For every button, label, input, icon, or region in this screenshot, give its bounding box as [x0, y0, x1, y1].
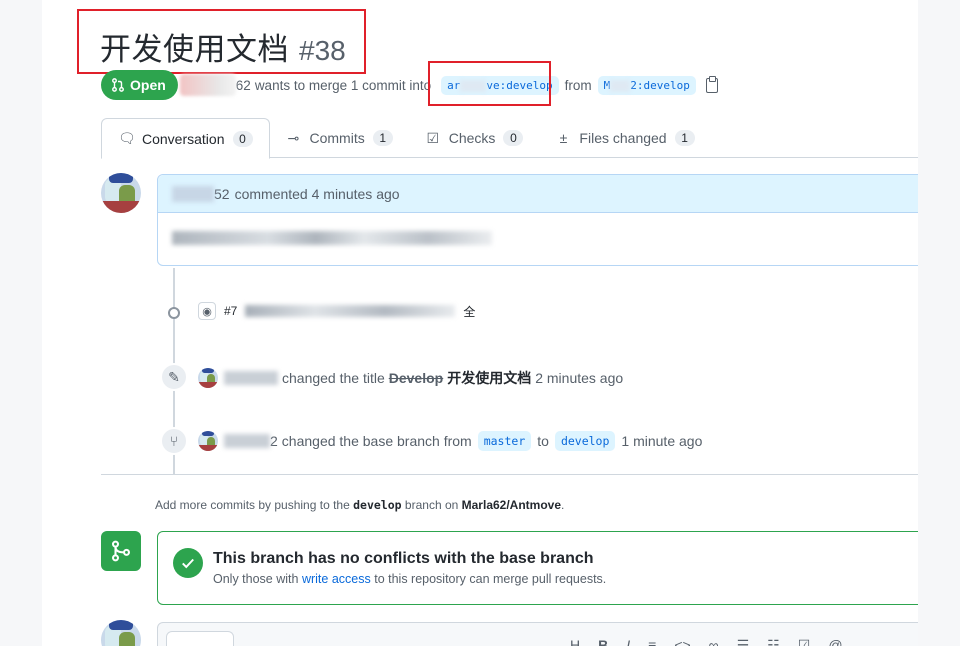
- tab-counter: 1: [674, 130, 695, 146]
- event-time[interactable]: 2 minutes ago: [535, 370, 623, 386]
- tab-commits[interactable]: ⊸ Commits 1: [270, 118, 409, 158]
- file-diff-icon: ±: [559, 130, 568, 146]
- comment-meta: commented 4 minutes ago: [234, 185, 400, 202]
- event-user-redacted[interactable]: [224, 434, 270, 448]
- pencil-icon: ✎: [160, 363, 188, 391]
- editor-toolbar: H B I ≡ <> ∞ ☰ ☷ ☑ @: [570, 637, 843, 646]
- event-action: changed the title: [282, 370, 385, 386]
- commit-hash[interactable]: #7: [224, 304, 237, 318]
- from-branch-tag[interactable]: master: [477, 431, 532, 451]
- git-commit-icon: [168, 307, 180, 319]
- git-pull-request-icon: [112, 78, 124, 92]
- head-branch-tag[interactable]: M 2:develop: [597, 75, 696, 95]
- push-hint-repo[interactable]: Marla62/Antmove: [462, 498, 561, 512]
- git-branch-icon: ⑂: [160, 427, 188, 455]
- author-redacted: [179, 74, 236, 96]
- commit-title-tail[interactable]: 全: [463, 303, 475, 320]
- merge-status-title: This branch has no conflicts with the ba…: [213, 550, 594, 567]
- comment-header: 52 commented 4 minutes ago: [158, 175, 918, 213]
- pr-tabs: 🗨 Conversation 0 ⊸ Commits 1 ☑ Checks 0 …: [101, 118, 918, 159]
- tab-files-changed[interactable]: ± Files changed 1: [539, 118, 710, 158]
- state-badge: Open: [101, 70, 178, 100]
- merge-sub-suffix: to this repository can merge pull reques…: [374, 572, 607, 586]
- event-user-suffix[interactable]: 2: [270, 433, 278, 449]
- tab-counter: 1: [372, 130, 393, 146]
- comment-author-redacted: [172, 185, 214, 202]
- comment-discussion-icon: 🗨: [118, 130, 136, 146]
- tab-checks[interactable]: ☑ Checks 0: [409, 118, 540, 158]
- comment-author-suffix[interactable]: 52: [214, 186, 230, 202]
- mention-icon[interactable]: @: [828, 637, 842, 646]
- pull-request-page: 开发使用文档 #38 Open 62 wants to merge 1 comm…: [42, 0, 918, 646]
- tab-counter: 0: [503, 130, 524, 146]
- editor-tab-write[interactable]: [166, 631, 234, 646]
- title-change-event: changed the title Develop 开发使用文档 2 minut…: [198, 368, 623, 388]
- state-label: Open: [130, 77, 166, 93]
- github-avatar-icon: ◉: [198, 302, 216, 320]
- commit-row: ◉ #7 全: [198, 302, 475, 320]
- avatar[interactable]: [198, 431, 218, 451]
- link-icon[interactable]: ∞: [709, 637, 719, 646]
- event-time[interactable]: 1 minute ago: [621, 433, 702, 449]
- base-change-event: 2 changed the base branch from master to…: [198, 431, 702, 451]
- git-merge-icon: [101, 531, 141, 571]
- push-hint-middle: branch on: [404, 498, 459, 512]
- push-hint-prefix: Add more commits by pushing to the: [155, 498, 350, 512]
- comment-text-redacted: [172, 231, 492, 245]
- merge-sub-prefix: Only those with: [213, 572, 299, 586]
- avatar[interactable]: [101, 620, 141, 646]
- tab-label: Conversation: [142, 130, 225, 147]
- new-title: 开发使用文档: [447, 370, 532, 386]
- event-user-redacted[interactable]: [224, 371, 278, 385]
- avatar[interactable]: [101, 173, 141, 213]
- annotation-box-title: [77, 9, 366, 74]
- check-icon: [173, 548, 203, 578]
- merge-text: wants to merge 1 commit into: [254, 77, 432, 93]
- author-suffix[interactable]: 62: [236, 78, 251, 93]
- push-hint-branch: develop: [353, 498, 402, 512]
- merge-status-box: This branch has no conflicts with the ba…: [157, 531, 918, 605]
- to-word: to: [537, 433, 549, 449]
- annotation-box-branch: [428, 61, 551, 106]
- list-ordered-icon[interactable]: ☷: [767, 637, 780, 646]
- avatar[interactable]: [198, 368, 218, 388]
- head-branch-tail: 2:develop: [630, 78, 690, 92]
- head-branch-prefix: M: [603, 78, 611, 92]
- to-branch-tag[interactable]: develop: [554, 431, 616, 451]
- push-hint: Add more commits by pushing to the devel…: [155, 498, 564, 512]
- event-action: changed the base branch from: [281, 433, 472, 449]
- italic-icon[interactable]: I: [626, 637, 630, 646]
- comment-editor: H B I ≡ <> ∞ ☰ ☷ ☑ @: [157, 622, 918, 646]
- copy-icon[interactable]: [705, 75, 718, 93]
- checklist-icon: ☑: [426, 129, 440, 146]
- list-unordered-icon[interactable]: ☰: [737, 637, 750, 646]
- commit-title-redacted[interactable]: [245, 305, 456, 317]
- tab-label: Files changed: [579, 130, 667, 146]
- code-icon[interactable]: <>: [674, 637, 690, 646]
- old-title: Develop: [388, 370, 444, 386]
- tab-counter: 0: [232, 130, 253, 147]
- comment-box: 52 commented 4 minutes ago: [157, 174, 918, 266]
- tab-conversation[interactable]: 🗨 Conversation 0: [101, 118, 270, 159]
- tasklist-icon[interactable]: ☑: [798, 637, 811, 646]
- pr-state-row: Open 62 wants to merge 1 commit into ar v…: [101, 70, 718, 100]
- heading-icon[interactable]: H: [570, 637, 580, 646]
- head-branch-redacted: [610, 79, 631, 92]
- tab-label: Checks: [448, 130, 496, 146]
- push-hint-suffix: .: [561, 498, 565, 512]
- merge-status-subtitle: Only those with write access to this rep…: [213, 572, 606, 586]
- git-commit-icon: ⊸: [287, 129, 300, 146]
- comment-body: [158, 213, 918, 261]
- timeline-divider: [101, 474, 918, 475]
- from-text: from: [564, 77, 592, 93]
- tab-label: Commits: [309, 130, 365, 146]
- quote-icon[interactable]: ≡: [648, 637, 656, 646]
- write-access-link[interactable]: write access: [302, 572, 371, 586]
- bold-icon[interactable]: B: [598, 637, 608, 646]
